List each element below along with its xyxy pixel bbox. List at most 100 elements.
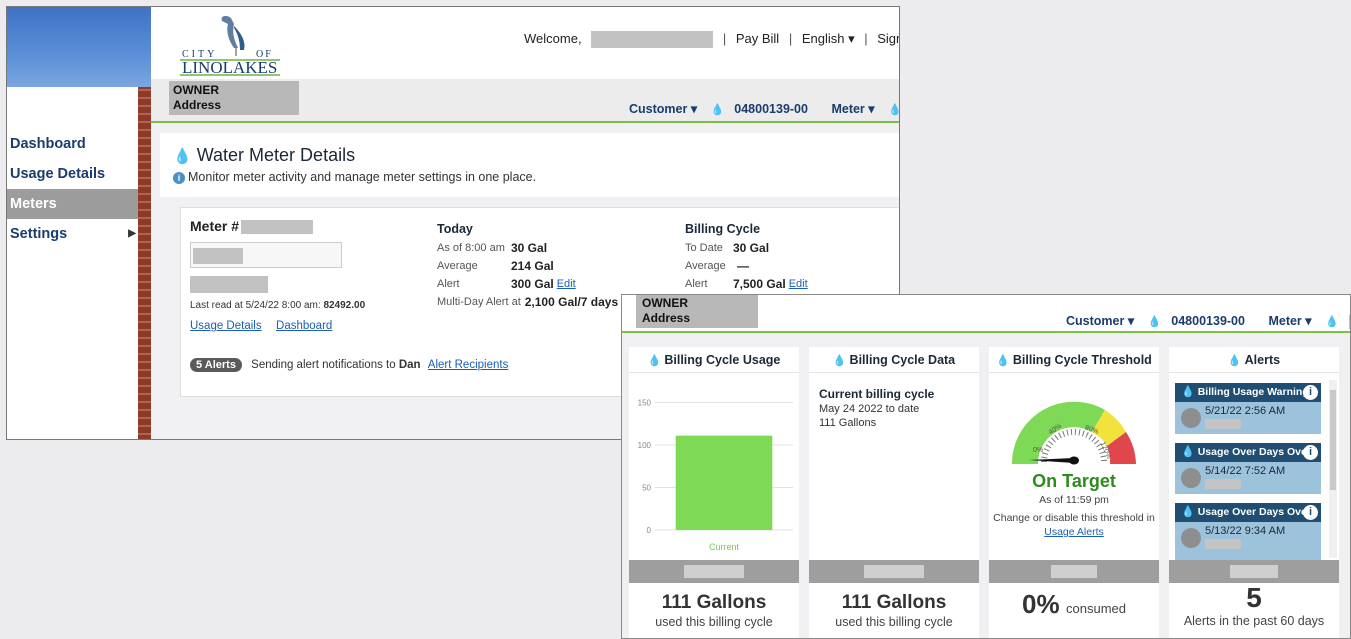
redacted-bar <box>1230 565 1278 578</box>
edit-billing-alert-link[interactable]: Edit <box>789 278 808 290</box>
redacted-bar <box>864 565 924 578</box>
sign-out-link[interactable]: Sign o <box>877 31 899 46</box>
info-icon[interactable]: i <box>1303 385 1318 400</box>
scrollbar-thumb[interactable] <box>1330 390 1336 490</box>
multiday-alert-value: 2,100 Gal/7 days <box>524 295 619 309</box>
bar-current[interactable] <box>675 435 773 530</box>
usage-alerts-link[interactable]: Usage Alerts <box>989 526 1159 538</box>
usage-total-caption: used this billing cycle <box>655 615 773 629</box>
brick-photo-strip <box>138 87 151 439</box>
alerts-list[interactable]: 💧 Billing Usage Warning i 5/21/22 2:56 AM … <box>1169 374 1339 560</box>
alerts-scrollbar[interactable] <box>1329 380 1337 558</box>
alert-item[interactable]: 💧 Usage Over Days Ove... i 5/14/22 7:52 AM <box>1175 443 1321 494</box>
owner-name: OWNER <box>173 83 219 97</box>
water-drop-icon: 💧 <box>1227 355 1242 367</box>
account-selector: Customer ▾ 💧04800139-00 Meter ▾ 💧 <box>1066 313 1350 329</box>
info-icon: i <box>173 172 185 184</box>
sidebar-item-settings[interactable]: Settings ▶ <box>7 219 138 249</box>
usage-details-link[interactable]: Usage Details <box>190 320 262 332</box>
alerts-count-badge[interactable]: 5 Alerts <box>190 358 242 372</box>
composite-screenshot: Dashboard Usage Details Meters Settings ▶… <box>0 0 1351 639</box>
y-tick-label-100: 100 <box>638 441 652 450</box>
billing-to-date-value: 30 Gal <box>733 241 770 255</box>
account-number[interactable]: 💧 04800139-00 <box>711 102 818 116</box>
welcome-bar: Welcome, | Pay Bill | English ▾ | Sign o <box>524 31 899 49</box>
page-header: 💧 Water Meter Details i Monitor meter act… <box>160 133 899 197</box>
billing-average-value: — <box>737 259 749 273</box>
last-read: Last read at 5/24/22 8:00 am: 82492.00 <box>190 300 366 312</box>
info-icon[interactable]: i <box>1303 445 1318 460</box>
threshold-percent-caption: consumed <box>1066 601 1126 616</box>
water-drop-icon: 💧 <box>1181 446 1195 458</box>
alert-title: Usage Over Days Ove... <box>1197 506 1316 518</box>
threshold-status: On Target <box>1032 471 1116 491</box>
cycle-heading: Current billing cycle <box>819 387 935 401</box>
meter-nickname-field[interactable] <box>190 242 342 269</box>
edit-today-alert-link[interactable]: Edit <box>557 278 576 290</box>
data-total: 111 Gallons <box>841 592 947 613</box>
page-subtitle: i Monitor meter activity and manage meter… <box>173 170 888 184</box>
sidebar-item-meters[interactable]: Meters <box>7 189 138 219</box>
language-select[interactable]: English ▾ <box>802 31 855 46</box>
alert-notification-line: 5 Alerts Sending alert notifications to … <box>190 358 508 372</box>
sidebar-nav: Dashboard Usage Details Meters Settings ▶ <box>7 87 138 439</box>
redacted-bar <box>684 565 744 578</box>
meter-dropdown[interactable]: Meter ▾ <box>831 102 874 116</box>
water-drop-icon: 💧 <box>1181 506 1195 518</box>
data-total-caption: used this billing cycle <box>835 615 953 629</box>
alert-date: 5/14/22 7:52 AM <box>1205 465 1286 477</box>
owner-box: OWNER Address <box>636 295 758 328</box>
cycle-gallons: 111 Gallons <box>819 417 877 429</box>
threshold-percent: 0% <box>1021 589 1060 619</box>
x-tick-label: Current <box>709 542 740 552</box>
water-drop-icon: 💧 <box>1325 316 1339 328</box>
meter-dropdown[interactable]: Meter ▾ <box>1268 314 1311 328</box>
owner-name: OWNER <box>642 296 688 310</box>
billing-title: Billing Cycle <box>685 222 761 236</box>
header-photo <box>7 7 151 87</box>
billing-cycle-threshold-card: 💧 Billing Cycle Threshold 0% 40% 80% 120% <box>989 347 1159 638</box>
water-drop-icon: 💧 <box>888 104 899 116</box>
y-tick-label-50: 50 <box>642 484 651 493</box>
alerts-count-caption: Alerts in the past 60 days <box>1183 614 1325 628</box>
alert-recipients-link[interactable]: Alert Recipients <box>428 359 509 371</box>
cycle-range: May 24 2022 to date <box>819 403 920 415</box>
sidebar-item-label: Dashboard <box>10 136 86 152</box>
info-icon[interactable]: i <box>1303 505 1318 520</box>
pay-bill-link[interactable]: Pay Bill <box>736 31 779 46</box>
threshold-gauge: 0% 40% 80% 120% <box>1011 401 1136 465</box>
meter-icon <box>1181 468 1201 488</box>
meter-number[interactable]: 💧 <box>888 102 899 116</box>
meter-number[interactable]: 💧 <box>1325 314 1350 329</box>
redacted-username <box>591 31 714 49</box>
threshold-as-of: As of 11:59 pm <box>1039 494 1109 506</box>
alerts-count: 5 <box>1246 582 1262 613</box>
today-alert-value: 300 Gal <box>511 277 554 291</box>
owner-box: OWNER Address <box>169 81 299 115</box>
city-logo: CITY OF LINOLAKES <box>180 15 280 76</box>
dashboard-window: OWNER Address Customer ▾ 💧 04800139-00 Me… <box>621 294 1351 639</box>
sidebar-item-usage-details[interactable]: Usage Details <box>7 159 138 189</box>
dashboard-link[interactable]: Dashboard <box>276 320 332 332</box>
billing-cycle-stats: Billing Cycle To Date 30 Gal Average — Ale… <box>685 222 885 293</box>
sidebar-item-dashboard[interactable]: Dashboard <box>7 129 138 159</box>
water-drop-icon: 💧 <box>1181 386 1195 398</box>
alert-item[interactable]: 💧 Usage Over Days Ove... i 5/13/22 9:34 AM <box>1175 503 1321 560</box>
usage-total: 111 Gallons <box>661 592 767 613</box>
sidebar-item-label: Usage Details <box>10 166 106 182</box>
meter-number-label: Meter # <box>190 218 420 235</box>
account-number[interactable]: 💧 04800139-00 <box>1148 314 1255 328</box>
today-average-value: 214 Gal <box>511 259 554 273</box>
alert-title: Usage Over Days Ove... <box>1197 446 1316 458</box>
today-title: Today <box>437 222 473 236</box>
water-drop-icon: 💧 <box>647 355 662 367</box>
alert-item[interactable]: 💧 Billing Usage Warning i 5/21/22 2:56 AM <box>1175 383 1321 434</box>
usage-bar-chart: 0 50 100 150 Current <box>638 399 793 552</box>
alert-date: 5/13/22 9:34 AM <box>1205 525 1286 537</box>
customer-dropdown[interactable]: Customer ▾ <box>629 102 697 116</box>
customer-dropdown[interactable]: Customer ▾ <box>1066 314 1134 328</box>
y-tick-label-150: 150 <box>638 399 652 408</box>
owner-bar: OWNER Address Customer ▾ 💧 04800139-00 Me… <box>622 295 1350 333</box>
today-as-of-value: 30 Gal <box>511 241 548 255</box>
meter-icon <box>1181 528 1201 548</box>
